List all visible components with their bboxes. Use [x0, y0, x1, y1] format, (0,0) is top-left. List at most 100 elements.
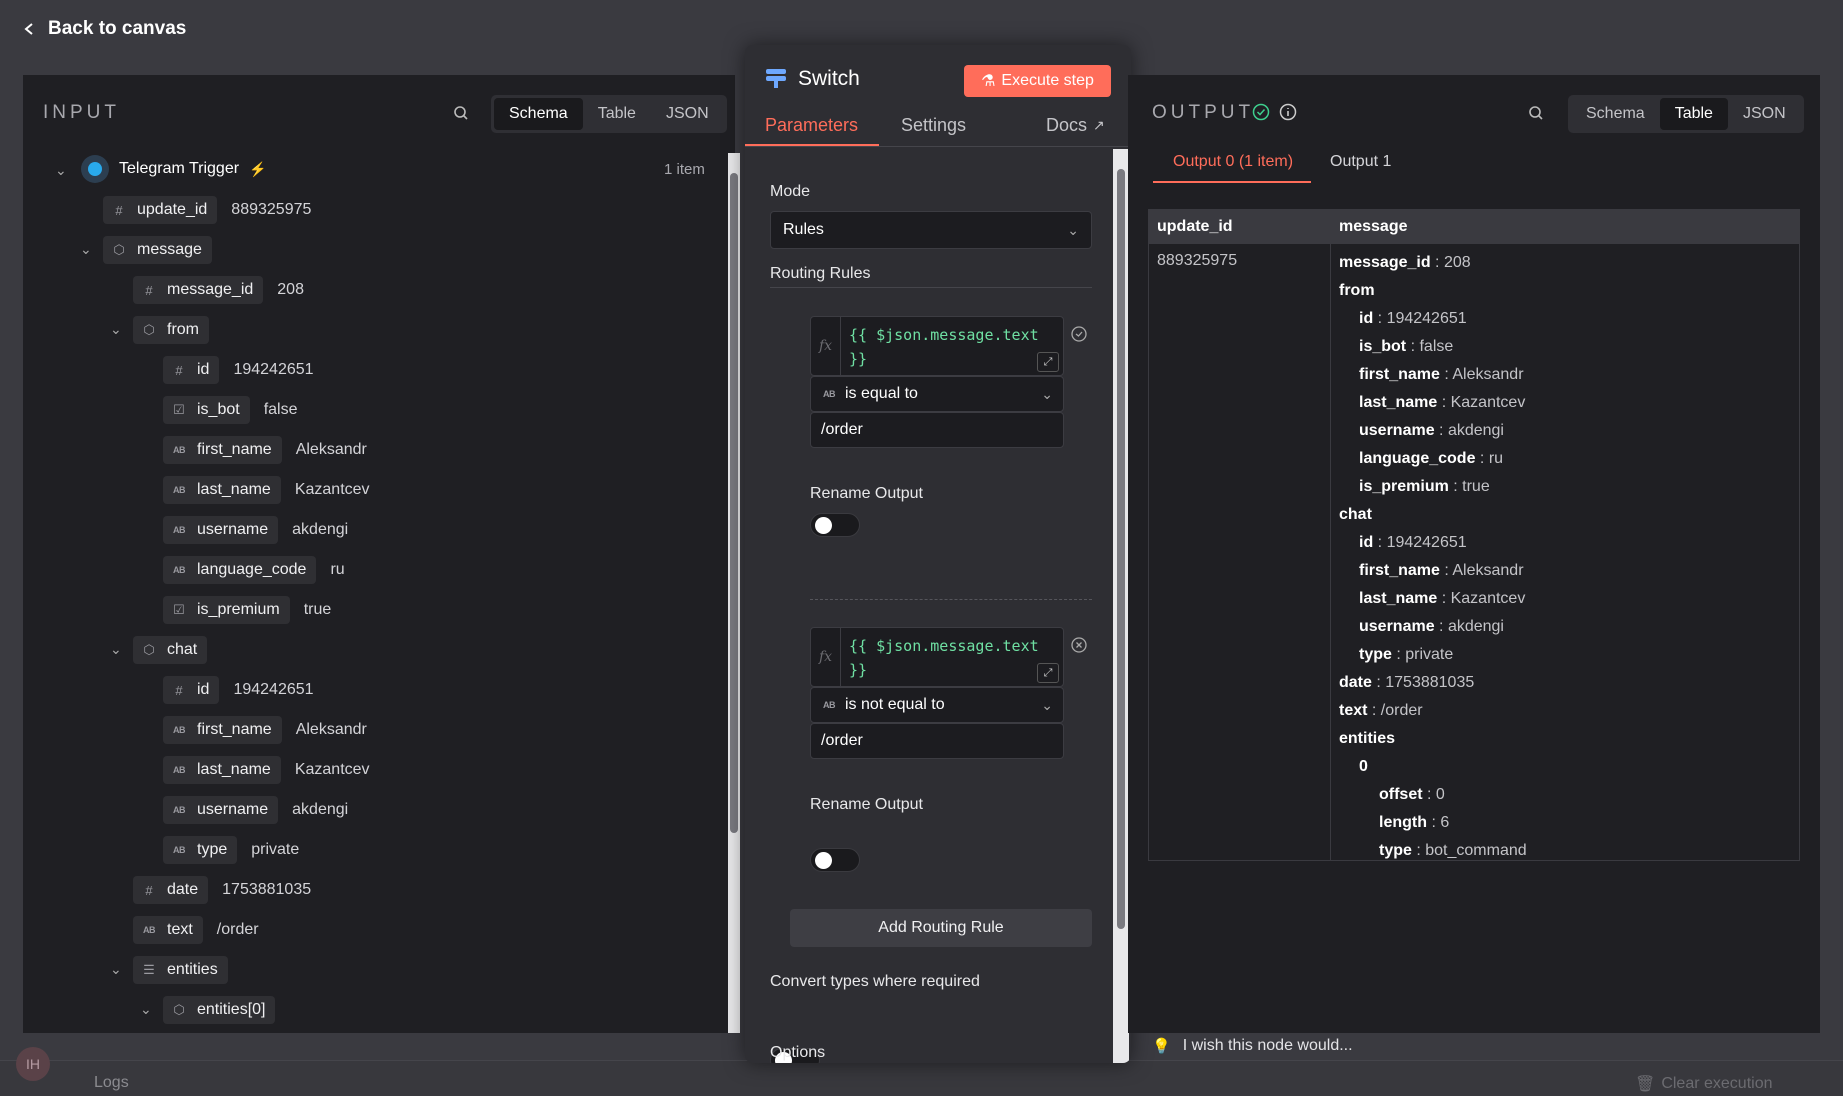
rule1-operator-select[interactable]: AB is equal to ⌄ [810, 376, 1064, 412]
node-header-telegram-trigger[interactable]: Telegram Trigger ⚡ [81, 155, 266, 183]
tree-item-chat-last-name[interactable]: AB last_name Kazantcev [163, 756, 370, 784]
chevron-down-icon[interactable]: ⌄ [80, 241, 94, 257]
field-key: text [167, 921, 193, 938]
docs-label: Docs [1046, 115, 1088, 135]
input-scrollbar-thumb[interactable] [730, 173, 738, 833]
tree-item-chat-username[interactable]: AB username akdengi [163, 796, 348, 824]
text-type-icon: AB [173, 445, 186, 455]
message-field-line: first_name : Aleksandr [1359, 562, 1524, 579]
params-scrollbar-thumb[interactable] [1117, 169, 1125, 929]
tree-item-from-first-name[interactable]: AB first_name Aleksandr [163, 436, 367, 464]
params-scrollbar[interactable] [1113, 149, 1129, 1063]
flask-icon: ⚗ [981, 73, 996, 90]
cell-update-id[interactable]: 889325975 [1157, 252, 1237, 270]
message-field-key: from [1339, 282, 1375, 299]
output-0-tab[interactable]: Output 0 (1 item) [1173, 153, 1293, 171]
message-field-line: text : /order [1339, 702, 1423, 719]
list-icon: ☰ [143, 962, 155, 977]
message-field-key: username [1359, 422, 1435, 439]
mode-select[interactable]: Rules ⌄ [770, 211, 1092, 249]
tree-item-entities-0[interactable]: ⬡ entities[0] [163, 996, 276, 1024]
tree-item-from[interactable]: ⬡ from [133, 316, 209, 344]
rule2-operator-select[interactable]: AB is not equal to ⌄ [810, 687, 1064, 723]
output-tab-schema[interactable]: Schema [1571, 98, 1660, 130]
rule1-expression-field[interactable]: fx {{ $json.message.text }} [810, 316, 1064, 376]
input-tab-json[interactable]: JSON [651, 98, 724, 130]
chevron-down-icon[interactable]: ⌄ [55, 162, 69, 178]
message-field-value: Aleksandr [1452, 562, 1524, 579]
tab-docs[interactable]: Docs ↗ [1046, 115, 1105, 136]
tree-item-chat-id[interactable]: # id 194242651 [163, 676, 314, 704]
telegram-icon [81, 155, 109, 183]
avatar[interactable]: IH [16, 1047, 50, 1081]
output-1-tab[interactable]: Output 1 [1330, 153, 1391, 171]
field-value: 1753881035 [222, 881, 312, 898]
rule2-value-input[interactable]: /order [810, 723, 1064, 759]
message-field-value: 0 [1435, 786, 1445, 803]
output-view-toggle: Schema Table JSON [1568, 95, 1804, 133]
tree-item-from-is-premium[interactable]: ☑ is_premium true [163, 596, 331, 624]
rule1-value-input[interactable]: /order [810, 412, 1064, 448]
tree-item-from-username[interactable]: AB username akdengi [163, 516, 348, 544]
rule2-rename-output-toggle[interactable] [810, 848, 860, 872]
tree-item-text[interactable]: AB text /order [133, 916, 259, 944]
tree-item-chat-type[interactable]: AB type private [163, 836, 299, 864]
add-routing-rule-button[interactable]: Add Routing Rule [790, 909, 1092, 947]
message-field-line: last_name : Kazantcev [1359, 590, 1526, 607]
expand-editor-icon[interactable]: ⤢ [1037, 352, 1059, 372]
message-field-line: type : bot_command [1379, 842, 1527, 859]
field-key: id [197, 361, 210, 378]
tree-item-entities[interactable]: ☰ entities [133, 956, 228, 984]
tree-item-message[interactable]: ⬡ message [103, 236, 212, 264]
output-tab-table[interactable]: Table [1659, 98, 1728, 130]
expand-editor-icon[interactable]: ⤢ [1037, 663, 1059, 683]
field-value: 889325975 [231, 201, 312, 218]
tree-item-from-language-code[interactable]: AB language_code ru [163, 556, 345, 584]
message-field-key: username [1359, 618, 1435, 635]
input-scrollbar[interactable] [728, 153, 740, 1033]
input-tab-schema[interactable]: Schema [494, 98, 583, 130]
chevron-down-icon[interactable]: ⌄ [110, 961, 124, 977]
tree-item-from-last-name[interactable]: AB last_name Kazantcev [163, 476, 370, 504]
output-tab-json[interactable]: JSON [1728, 98, 1801, 130]
field-value: akdengi [292, 521, 349, 538]
chevron-down-icon[interactable]: ⌄ [110, 641, 124, 657]
node-title[interactable]: Switch [798, 67, 860, 91]
field-key: message [137, 241, 202, 258]
tree-item-from-is-bot[interactable]: ☑ is_bot false [163, 396, 298, 424]
column-header-update-id: update_id [1157, 218, 1233, 235]
number-icon: # [175, 362, 183, 378]
tree-item-from-id[interactable]: # id 194242651 [163, 356, 314, 384]
rule2-expression-field[interactable]: fx {{ $json.message.text }} [810, 627, 1064, 687]
chevron-down-icon[interactable]: ⌄ [140, 1001, 154, 1017]
search-icon[interactable] [1528, 105, 1544, 121]
arrow-left-icon [24, 23, 33, 35]
back-to-canvas-link[interactable]: Back to canvas [22, 18, 186, 40]
chevron-down-icon[interactable]: ⌄ [110, 321, 124, 337]
tab-settings[interactable]: Settings [901, 115, 966, 136]
input-tab-table[interactable]: Table [583, 98, 651, 130]
check-circle-icon[interactable] [1071, 326, 1087, 342]
tree-item-update-id[interactable]: # update_id 889325975 [103, 196, 311, 224]
chevron-down-icon: ⌄ [1067, 221, 1079, 238]
info-icon[interactable] [1279, 103, 1297, 121]
logs-label[interactable]: Logs [94, 1074, 129, 1092]
rule1-rename-output-toggle[interactable] [810, 513, 860, 537]
tree-item-chat[interactable]: ⬡ chat [133, 636, 208, 664]
tree-item-message-id[interactable]: # message_id 208 [133, 276, 304, 304]
feedback-link[interactable]: 💡 I wish this node would... [1152, 1037, 1353, 1055]
clear-execution-button[interactable]: 🗑 Clear execution [1635, 1074, 1772, 1094]
search-icon[interactable] [453, 105, 469, 121]
remove-rule-icon[interactable] [1071, 637, 1087, 653]
field-value: /order [216, 921, 259, 938]
message-field-line: message_id : 208 [1339, 254, 1471, 271]
field-key: username [197, 801, 269, 818]
field-key: chat [167, 641, 198, 658]
field-value: private [251, 841, 300, 858]
tree-item-chat-first-name[interactable]: AB first_name Aleksandr [163, 716, 367, 744]
execute-step-button[interactable]: ⚗ Execute step [964, 65, 1111, 97]
tab-parameters[interactable]: Parameters [765, 115, 858, 136]
tree-item-date[interactable]: # date 1753881035 [133, 876, 311, 904]
message-field-value: private [1405, 646, 1454, 663]
message-field-line: type : private [1359, 646, 1454, 663]
